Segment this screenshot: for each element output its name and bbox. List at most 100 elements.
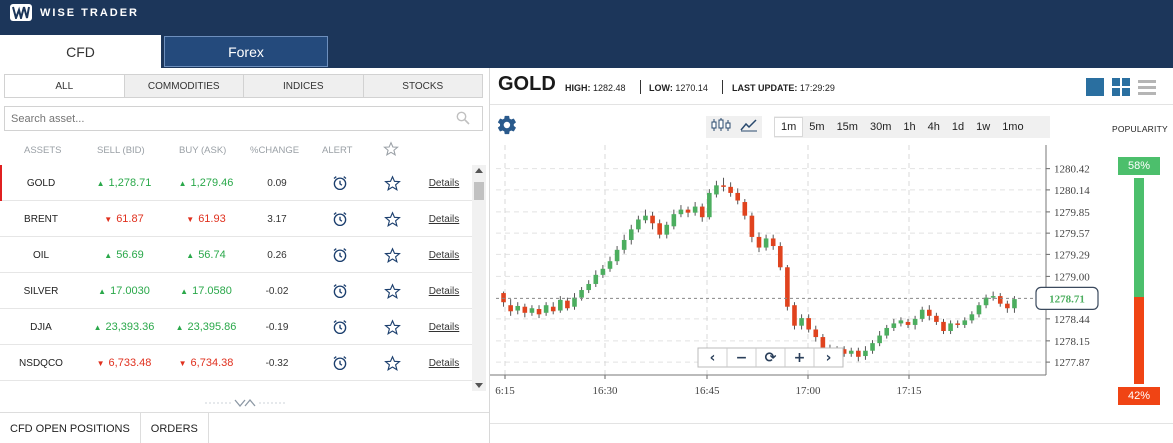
list-layout-icon[interactable]	[1138, 78, 1156, 101]
filter-all[interactable]: ALL	[5, 75, 125, 97]
timeframe-5m[interactable]: 5m	[803, 117, 830, 137]
sell-price[interactable]: ▼310.37	[84, 381, 164, 390]
favorite-star-icon[interactable]	[377, 345, 407, 381]
asset-row[interactable]: BRENT ▼ 61.87 ▼ 61.93 3.17 Details	[0, 201, 472, 237]
buy-price[interactable]: ▲ 17.0580	[166, 273, 246, 309]
buy-price[interactable]: ▲ 56.74	[166, 237, 246, 273]
favorite-star-icon[interactable]	[377, 201, 407, 237]
grid-layout-icon[interactable]	[1112, 78, 1130, 101]
timeframe-1m[interactable]: 1m	[774, 117, 804, 137]
app-logo[interactable]: WISE TRADER	[10, 4, 139, 21]
details-link[interactable]: Details	[422, 309, 466, 345]
zoom-out-icon[interactable]: −	[736, 350, 748, 366]
favorite-star-icon[interactable]	[377, 273, 407, 309]
column-header-assets[interactable]: ASSETS	[24, 145, 62, 156]
details-link[interactable]: Details	[422, 273, 466, 309]
asset-name: BRENT	[24, 213, 58, 225]
candlestick-chart-icon[interactable]	[711, 117, 731, 137]
column-header-sell[interactable]: SELL (BID)	[97, 145, 145, 156]
asset-row[interactable]: GOLD ▲ 1,278.71 ▲ 1,279.46 0.09 Details	[0, 165, 472, 201]
line-chart-icon[interactable]	[739, 118, 758, 137]
search-icon[interactable]	[456, 111, 470, 130]
timeframe-4h[interactable]: 4h	[922, 117, 946, 137]
favorite-star-icon[interactable]	[377, 237, 407, 273]
pan-left-icon[interactable]: ‹	[710, 350, 716, 366]
tab-forex[interactable]: Forex	[164, 36, 328, 67]
filter-indices[interactable]: INDICES	[244, 75, 364, 97]
column-header-alert[interactable]: ALERT	[322, 145, 352, 156]
scroll-up-arrow-icon[interactable]	[475, 168, 483, 173]
single-layout-icon[interactable]	[1086, 78, 1104, 101]
timeframe-1h[interactable]: 1h	[897, 117, 921, 137]
filter-commodities[interactable]: COMMODITIES	[124, 75, 244, 97]
sell-price[interactable]: ▲ 56.69	[84, 237, 164, 273]
timeframe-1d[interactable]: 1d	[946, 117, 970, 137]
popularity-buy-badge: 58%	[1118, 157, 1160, 175]
alert-clock-icon[interactable]	[325, 381, 355, 390]
chart-bottom-divider	[490, 423, 1173, 424]
details-link[interactable]: Details	[422, 345, 466, 381]
asset-row[interactable]: NSDQCO ▼ 6,733.48 ▼ 6,734.38 -0.32 Details	[0, 345, 472, 381]
scroll-down-arrow-icon[interactable]	[475, 383, 483, 388]
favorites-header-star-icon[interactable]	[383, 141, 399, 160]
buy-price[interactable]: ▼ 6,734.38	[166, 345, 246, 381]
asset-name: DJIA	[30, 321, 52, 333]
asset-row[interactable]: DJIA ▲ 23,393.36 ▲ 23,395.86 -0.19 Details	[0, 309, 472, 345]
alert-clock-icon[interactable]	[325, 309, 355, 345]
buy-price-value: 1,279.46	[190, 177, 234, 189]
alert-clock-icon[interactable]	[325, 273, 355, 309]
tab-cfd[interactable]: CFD	[0, 35, 161, 68]
details-link[interactable]: Details	[422, 165, 466, 201]
pan-right-icon[interactable]: ›	[826, 350, 832, 366]
favorite-star-icon[interactable]	[377, 165, 407, 201]
price-chart[interactable]: 1280.42 1280.14 1279.85 1279.57 1279.29 1279.…	[490, 145, 1110, 405]
alert-clock-icon[interactable]	[325, 165, 355, 201]
sell-price[interactable]: ▲ 17.0030	[84, 273, 164, 309]
buy-price[interactable]: ▲ 23,395.86	[166, 309, 246, 345]
favorite-star-icon[interactable]	[377, 381, 407, 390]
asset-list-scrollbar[interactable]	[472, 165, 486, 391]
buy-price[interactable]: ▼ 61.93	[166, 201, 246, 237]
candle-body	[735, 192, 741, 201]
filter-stocks[interactable]: STOCKS	[363, 75, 482, 97]
favorite-star-icon[interactable]	[377, 309, 407, 345]
percent-change: 0.26	[267, 249, 287, 261]
brand-name: WISE TRADER	[40, 6, 139, 19]
buy-price[interactable]: ▼31	[166, 381, 246, 390]
alert-clock-icon[interactable]	[325, 345, 355, 381]
candle-body	[600, 268, 606, 275]
alert-clock-icon[interactable]	[325, 201, 355, 237]
buy-price[interactable]: ▲ 1,279.46	[166, 165, 246, 201]
asset-row[interactable]: TESLA ▼310.37 ▼31 Details	[0, 381, 472, 390]
candle-body	[856, 350, 861, 357]
timeframe-15m[interactable]: 15m	[831, 117, 864, 137]
sell-price[interactable]: ▲ 23,393.36	[84, 309, 164, 345]
column-header-change[interactable]: %CHANGE	[250, 145, 299, 156]
timeframe-1w[interactable]: 1w	[970, 117, 996, 137]
details-link[interactable]: Details	[422, 237, 466, 273]
asset-row[interactable]: SILVER ▲ 17.0030 ▲ 17.0580 -0.02 Details	[0, 273, 472, 309]
candle-body	[664, 224, 670, 235]
details-link[interactable]: Details	[422, 201, 466, 237]
tab-orders[interactable]: ORDERS	[141, 413, 209, 443]
panel-resize-handle-icon[interactable]	[205, 395, 285, 408]
timeframe-30m[interactable]: 30m	[864, 117, 897, 137]
sell-price[interactable]: ▼ 6,733.48	[84, 345, 164, 381]
sell-price[interactable]: ▲ 1,278.71	[84, 165, 164, 201]
sell-price[interactable]: ▼ 61.87	[84, 201, 164, 237]
candle-body	[990, 296, 996, 298]
asset-name: TESLA	[0, 381, 82, 390]
zoom-in-icon[interactable]: +	[794, 350, 806, 366]
candle-body	[912, 318, 918, 325]
timeframe-1mo[interactable]: 1mo	[996, 117, 1029, 137]
alert-clock-icon[interactable]	[325, 237, 355, 273]
chart-settings-gear-icon[interactable]	[496, 114, 518, 141]
column-header-buy[interactable]: BUY (ASK)	[179, 145, 226, 156]
asset-row[interactable]: OIL ▲ 56.69 ▲ 56.74 0.26 Details	[0, 237, 472, 273]
scroll-thumb[interactable]	[474, 182, 484, 200]
last-update-stat: LAST UPDATE: 17:29:29	[732, 83, 835, 93]
reset-icon[interactable]: ⟳	[765, 350, 777, 366]
details-link[interactable]: Details	[422, 381, 466, 390]
tab-cfd-open-positions[interactable]: CFD OPEN POSITIONS	[0, 413, 141, 443]
search-input[interactable]	[5, 107, 445, 130]
